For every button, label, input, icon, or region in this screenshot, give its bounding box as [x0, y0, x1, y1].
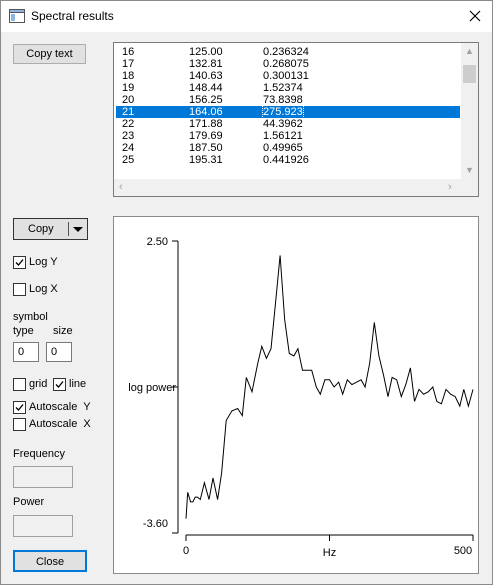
table-row[interactable]: 20 156.25 73.8398: [116, 94, 460, 106]
symbol-label: symbol: [13, 311, 48, 323]
frequency-cell: 164.06: [189, 106, 223, 118]
grid-label: grid: [29, 378, 48, 390]
line-checkbox[interactable]: [53, 378, 66, 391]
frequency-cell: 187.50: [189, 142, 223, 154]
y-tick-label-bottom: -3.60: [143, 518, 168, 530]
power-label: Power: [13, 496, 45, 508]
autoscale-y-label: Autoscale Y: [29, 401, 91, 413]
index-cell: 24: [122, 142, 135, 154]
symbol-size-label: size: [53, 325, 73, 337]
table-row[interactable]: 24 187.50 0.49965: [116, 142, 460, 154]
scroll-right-icon[interactable]: ›: [448, 182, 452, 193]
symbol-type-label: type: [13, 325, 34, 337]
frequency-cell: 156.25: [189, 94, 223, 106]
log-y-label: Log Y: [29, 256, 58, 268]
index-cell: 23: [122, 130, 135, 142]
frequency-cell: 171.88: [189, 118, 223, 130]
index-cell: 17: [122, 58, 135, 70]
table-row[interactable]: 17 132.81 0.268075: [116, 58, 460, 70]
x-tick-label-end: 500: [454, 545, 472, 557]
table-row[interactable]: 21 164.06 275.923: [116, 105, 460, 119]
log-y-checkbox[interactable]: [13, 256, 26, 269]
scroll-thumb[interactable]: [463, 65, 476, 83]
frequency-readout: [13, 466, 73, 488]
table-row[interactable]: 25 195.31 0.441926: [116, 154, 460, 166]
power-readout: [13, 515, 73, 537]
spectral-results-window: Spectral results Copy text 16 125.00 0.236…: [0, 0, 493, 585]
power-cell: 0.236324: [263, 46, 309, 58]
power-cell: 0.49965: [263, 142, 303, 154]
power-cell: 0.268075: [263, 58, 309, 70]
scroll-left-icon[interactable]: ‹: [119, 182, 123, 193]
y-axis-label: log power: [128, 382, 176, 394]
power-cell: 275.923: [262, 105, 304, 119]
frequency-cell: 132.81: [189, 58, 223, 70]
scrollbar-corner: [461, 179, 478, 196]
spectrum-chart: 2.50 -3.60 log power 0 Hz 500: [128, 236, 474, 559]
power-cell: 0.441926: [263, 154, 309, 166]
frequency-cell: 195.31: [189, 154, 223, 166]
power-cell: 73.8398: [263, 94, 303, 106]
x-axis-label: Hz: [323, 547, 336, 559]
y-tick-label-top: 2.50: [147, 236, 168, 248]
scroll-down-icon[interactable]: ▼: [465, 166, 474, 175]
frequency-cell: 179.69: [189, 130, 223, 142]
window-title: Spectral results: [31, 9, 114, 23]
close-window-icon[interactable]: [459, 3, 491, 29]
index-cell: 25: [122, 154, 135, 166]
copy-button-label: Copy: [28, 223, 54, 235]
log-x-label: Log X: [29, 283, 58, 295]
index-cell: 19: [122, 82, 135, 94]
copy-button[interactable]: Copy: [13, 218, 88, 240]
index-cell: 16: [122, 46, 135, 58]
frequency-cell: 125.00: [189, 46, 223, 58]
grid-checkbox[interactable]: [13, 378, 26, 391]
index-cell: 20: [122, 94, 135, 106]
frequency-label: Frequency: [13, 448, 65, 460]
index-cell: 22: [122, 118, 135, 130]
autoscale-y-checkbox[interactable]: [13, 401, 26, 414]
symbol-type-input[interactable]: 0: [13, 342, 39, 362]
log-x-checkbox[interactable]: [13, 283, 26, 296]
copy-text-button[interactable]: Copy text: [13, 44, 86, 64]
table-row[interactable]: 19 148.44 1.52374: [116, 82, 460, 94]
title-bar: Spectral results: [1, 1, 492, 32]
horizontal-scrollbar[interactable]: ‹ ›: [114, 179, 461, 196]
autoscale-x-label: Autoscale X: [29, 418, 91, 430]
power-cell: 1.52374: [263, 82, 303, 94]
frequency-cell: 148.44: [189, 82, 223, 94]
results-list[interactable]: 16 125.00 0.236324 17 132.81 0.268075 18 140.63…: [113, 42, 479, 197]
frequency-cell: 140.63: [189, 70, 223, 82]
index-cell: 21: [122, 106, 135, 118]
x-tick-label-start: 0: [183, 545, 189, 557]
autoscale-x-checkbox[interactable]: [13, 418, 26, 431]
spectrum-line: [185, 255, 474, 519]
power-cell: 1.56121: [263, 130, 303, 142]
dropdown-arrow-icon[interactable]: [72, 219, 84, 246]
spectrum-plot: 2.50 -3.60 log power 0 Hz 500: [113, 216, 479, 574]
symbol-size-input[interactable]: 0: [46, 342, 72, 362]
table-row[interactable]: 16 125.00 0.236324: [116, 46, 460, 58]
close-button[interactable]: Close: [13, 550, 87, 572]
results-rows: 16 125.00 0.236324 17 132.81 0.268075 18 140.63…: [116, 46, 460, 166]
table-row[interactable]: 18 140.63 0.300131: [116, 70, 460, 82]
dropdown-divider: [68, 222, 69, 236]
index-cell: 18: [122, 70, 135, 82]
table-row[interactable]: 22 171.88 44.3962: [116, 118, 460, 130]
line-label: line: [69, 378, 87, 390]
table-row[interactable]: 23 179.69 1.56121: [116, 130, 460, 142]
power-cell: 44.3962: [263, 118, 303, 130]
scroll-up-icon[interactable]: ▲: [465, 47, 474, 56]
vertical-scrollbar[interactable]: ▲ ▼: [461, 43, 478, 179]
app-icon: [9, 9, 25, 23]
power-cell: 0.300131: [263, 70, 309, 82]
